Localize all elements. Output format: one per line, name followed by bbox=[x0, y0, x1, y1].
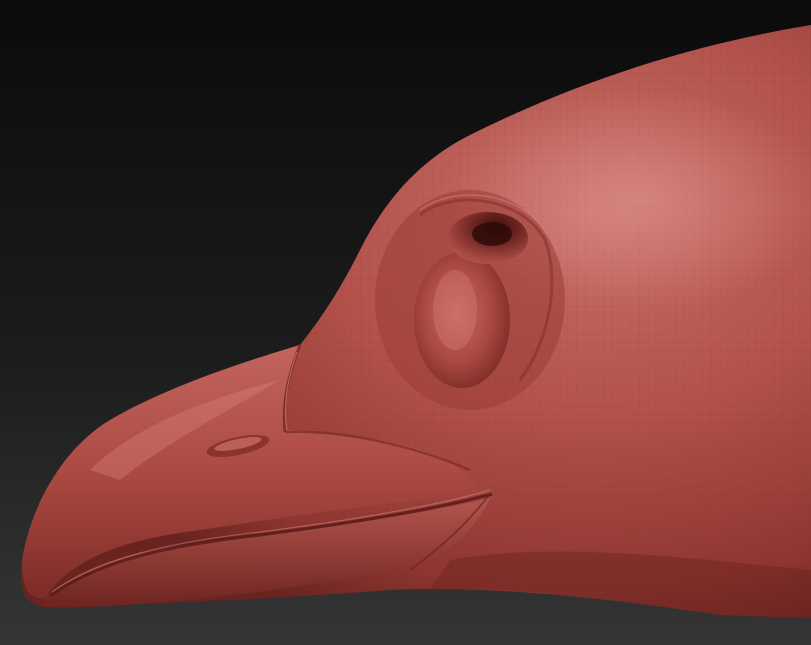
sculpt-viewport[interactable] bbox=[0, 0, 811, 645]
sculpt-render bbox=[0, 0, 811, 645]
eye-region bbox=[375, 190, 565, 410]
